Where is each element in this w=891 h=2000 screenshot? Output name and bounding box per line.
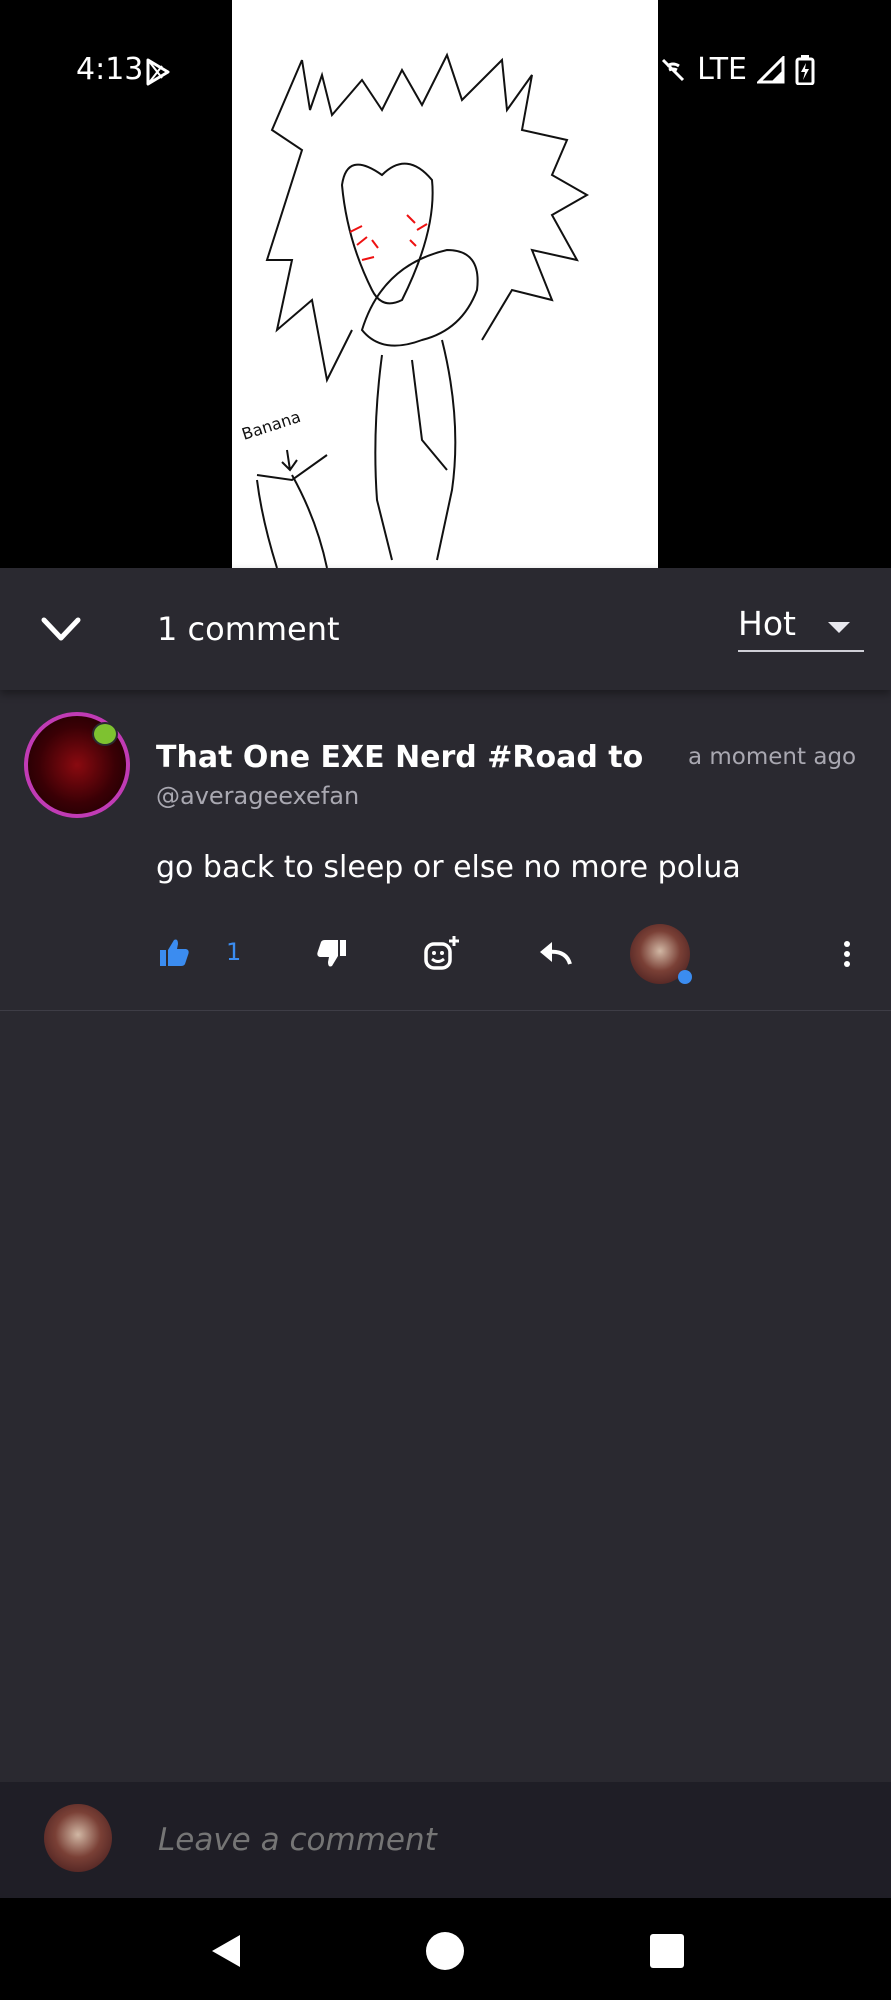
user-avatar (44, 1804, 112, 1872)
comment-handle[interactable]: @averageexefan (156, 782, 359, 810)
status-time: 4:13 (76, 52, 144, 87)
status-bar: 4:13 LTE (0, 0, 891, 140)
heart-icon (678, 970, 692, 984)
sort-label: Hot (738, 604, 796, 643)
navigation-bar (0, 1898, 891, 2000)
comment-username[interactable]: That One EXE Nerd #Road to 20 (156, 740, 654, 775)
collapse-button[interactable] (32, 606, 90, 654)
avatar-badge (92, 722, 118, 746)
commenter-avatar[interactable] (24, 712, 130, 818)
status-icons: LTE (659, 52, 815, 87)
reply-icon (540, 942, 572, 965)
recents-icon (650, 1934, 684, 1968)
reply-button[interactable] (532, 930, 580, 978)
comment-item: That One EXE Nerd #Road to 20 a moment a… (0, 700, 891, 1011)
back-button[interactable] (204, 1930, 246, 1972)
battery-icon (795, 54, 815, 85)
home-icon (426, 1932, 464, 1970)
drawing-label: Banana (239, 407, 303, 444)
add-reaction-button[interactable] (418, 930, 466, 978)
chevron-down-icon (41, 617, 81, 641)
comment-body: go back to sleep or else no more polua (156, 850, 741, 885)
thumbs-down-icon (317, 940, 346, 967)
network-label: LTE (697, 52, 747, 87)
sort-dropdown[interactable]: Hot (738, 604, 864, 652)
like-button[interactable] (150, 930, 198, 978)
dislike-button[interactable] (308, 930, 356, 978)
more-vertical-icon (844, 941, 850, 967)
home-button[interactable] (424, 1930, 466, 1972)
more-options-button[interactable] (832, 930, 862, 978)
comment-composer (0, 1782, 891, 1898)
add-reaction-icon (424, 936, 459, 970)
thumbs-up-icon (160, 939, 189, 966)
back-icon (212, 1935, 240, 1967)
comments-header: 1 comment Hot (0, 568, 891, 690)
like-count: 1 (226, 938, 242, 966)
comment-actions: 1 (0, 924, 891, 988)
comment-input[interactable] (156, 1814, 840, 1866)
play-store-icon (146, 58, 170, 86)
comment-timestamp: a moment ago (688, 744, 857, 770)
mute-icon (662, 58, 685, 81)
recents-button[interactable] (646, 1930, 688, 1972)
comment-count: 1 comment (157, 610, 340, 648)
caret-down-icon (828, 622, 850, 633)
comments-sheet: 1 comment Hot That One EXE Nerd #Road to… (0, 568, 891, 1898)
signal-icon (757, 55, 785, 83)
